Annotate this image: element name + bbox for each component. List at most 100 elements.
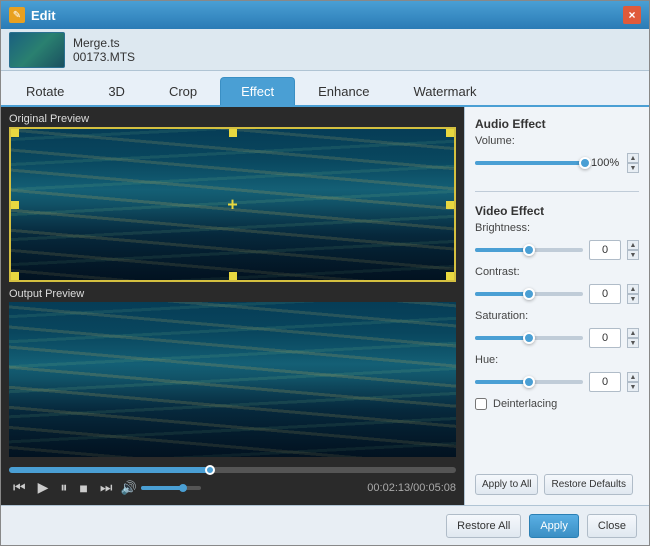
brightness-label-row: Brightness: (475, 222, 639, 234)
contrast-label: Contrast: (475, 266, 530, 278)
stop-button[interactable]: ■ (75, 478, 91, 498)
footer-bar: Restore All Apply Close (1, 505, 649, 545)
crop-handle-br[interactable] (446, 272, 454, 280)
saturation-down-button[interactable]: ▼ (627, 338, 639, 348)
hue-thumb[interactable] (523, 376, 535, 388)
volume-track[interactable] (475, 161, 585, 165)
crop-handle-tr[interactable] (446, 129, 454, 137)
file2-name: 00173.MTS (73, 50, 135, 64)
hue-input[interactable] (589, 372, 621, 392)
volume-slider-container[interactable] (475, 161, 585, 165)
skip-back-button[interactable]: ⏮ (9, 477, 30, 498)
pause-button[interactable]: ⏸ (56, 477, 71, 498)
brightness-track[interactable] (475, 248, 583, 252)
contrast-slider-container[interactable] (475, 292, 583, 296)
volume-control-row: Volume: (475, 135, 639, 147)
seek-bar[interactable] (9, 467, 456, 473)
original-video-frame: + (9, 127, 456, 282)
saturation-spinners: ▲ ▼ (627, 328, 639, 348)
volume-bar[interactable] (141, 486, 201, 490)
seek-fill (9, 467, 210, 473)
saturation-track[interactable] (475, 336, 583, 340)
saturation-input[interactable] (589, 328, 621, 348)
brightness-slider-container[interactable] (475, 248, 583, 252)
crop-handle-mr[interactable] (446, 201, 454, 209)
hue-fill (475, 380, 529, 384)
brightness-up-button[interactable]: ▲ (627, 240, 639, 250)
brightness-down-button[interactable]: ▼ (627, 250, 639, 260)
video-effect-title: Video Effect (475, 204, 639, 218)
contrast-up-button[interactable]: ▲ (627, 284, 639, 294)
app-icon: ✎ (9, 7, 25, 23)
crop-handle-bl[interactable] (11, 272, 19, 280)
tabs-bar: Rotate 3D Crop Effect Enhance Watermark (1, 71, 649, 107)
brightness-fill (475, 248, 529, 252)
play-button[interactable]: ▶ (34, 477, 53, 498)
tab-enhance[interactable]: Enhance (297, 77, 390, 105)
saturation-label: Saturation: (475, 310, 530, 322)
apply-to-all-button[interactable]: Apply to All (475, 474, 538, 495)
contrast-down-button[interactable]: ▼ (627, 294, 639, 304)
close-window-button[interactable]: × (623, 6, 641, 24)
original-preview-section: Original Preview + (1, 107, 464, 284)
output-video-frame (9, 302, 456, 457)
edit-window: ✎ Edit × Merge.ts 00173.MTS Rotate 3D Cr… (0, 0, 650, 546)
hue-spinners: ▲ ▼ (627, 372, 639, 392)
crosshair-icon: + (227, 194, 238, 215)
saturation-fill (475, 336, 529, 340)
volume-icon: 🔊 (120, 480, 136, 496)
volume-slider-thumb[interactable] (579, 157, 591, 169)
contrast-track[interactable] (475, 292, 583, 296)
saturation-up-button[interactable]: ▲ (627, 328, 639, 338)
contrast-thumb[interactable] (523, 288, 535, 300)
restore-defaults-button[interactable]: Restore Defaults (544, 474, 632, 495)
brightness-input[interactable] (589, 240, 621, 260)
volume-thumb[interactable] (179, 484, 187, 492)
output-preview-section: Output Preview (1, 284, 464, 459)
hue-slider-container[interactable] (475, 380, 583, 384)
crop-handle-tl[interactable] (11, 129, 19, 137)
original-label: Original Preview (9, 113, 456, 125)
volume-label: Volume: (475, 135, 530, 147)
brightness-slider-row: ▲ ▼ (475, 240, 639, 260)
brightness-thumb[interactable] (523, 244, 535, 256)
crop-handle-tm[interactable] (229, 129, 237, 137)
volume-value: 100% (591, 157, 621, 169)
crop-handle-bm[interactable] (229, 272, 237, 280)
seek-bar-container[interactable] (9, 467, 456, 473)
contrast-spinners: ▲ ▼ (627, 284, 639, 304)
preview-panel: Original Preview + (1, 107, 464, 505)
brightness-label: Brightness: (475, 222, 530, 234)
playback-area: ⏮ ▶ ⏸ ■ ⏭ 🔊 00:02:13/00:05:08 (1, 459, 464, 502)
volume-down-button[interactable]: ▼ (627, 163, 639, 173)
skip-forward-button[interactable]: ⏭ (96, 477, 117, 498)
file1-name: Merge.ts (73, 36, 135, 50)
restore-all-button[interactable]: Restore All (446, 514, 521, 538)
deinterlacing-row: Deinterlacing (475, 398, 639, 410)
apply-button[interactable]: Apply (529, 514, 579, 538)
crop-handle-ml[interactable] (11, 201, 19, 209)
deinterlacing-checkbox[interactable] (475, 398, 487, 410)
tab-3d[interactable]: 3D (87, 77, 146, 105)
tab-watermark[interactable]: Watermark (392, 77, 497, 105)
spacer (475, 418, 639, 466)
tab-effect[interactable]: Effect (220, 77, 295, 105)
volume-up-button[interactable]: ▲ (627, 153, 639, 163)
tab-crop[interactable]: Crop (148, 77, 218, 105)
volume-spinners: ▲ ▼ (627, 153, 639, 173)
hue-label-row: Hue: (475, 354, 639, 366)
divider-1 (475, 191, 639, 192)
tab-rotate[interactable]: Rotate (5, 77, 85, 105)
close-button[interactable]: Close (587, 514, 637, 538)
saturation-thumb[interactable] (523, 332, 535, 344)
hue-down-button[interactable]: ▼ (627, 382, 639, 392)
contrast-slider-row: ▲ ▼ (475, 284, 639, 304)
saturation-slider-container[interactable] (475, 336, 583, 340)
seek-thumb[interactable] (205, 465, 215, 475)
video-effect-section: Video Effect Brightness: ▲ ▼ (475, 204, 639, 410)
window-title: Edit (31, 8, 623, 23)
contrast-input[interactable] (589, 284, 621, 304)
brightness-spinners: ▲ ▼ (627, 240, 639, 260)
hue-up-button[interactable]: ▲ (627, 372, 639, 382)
hue-track[interactable] (475, 380, 583, 384)
